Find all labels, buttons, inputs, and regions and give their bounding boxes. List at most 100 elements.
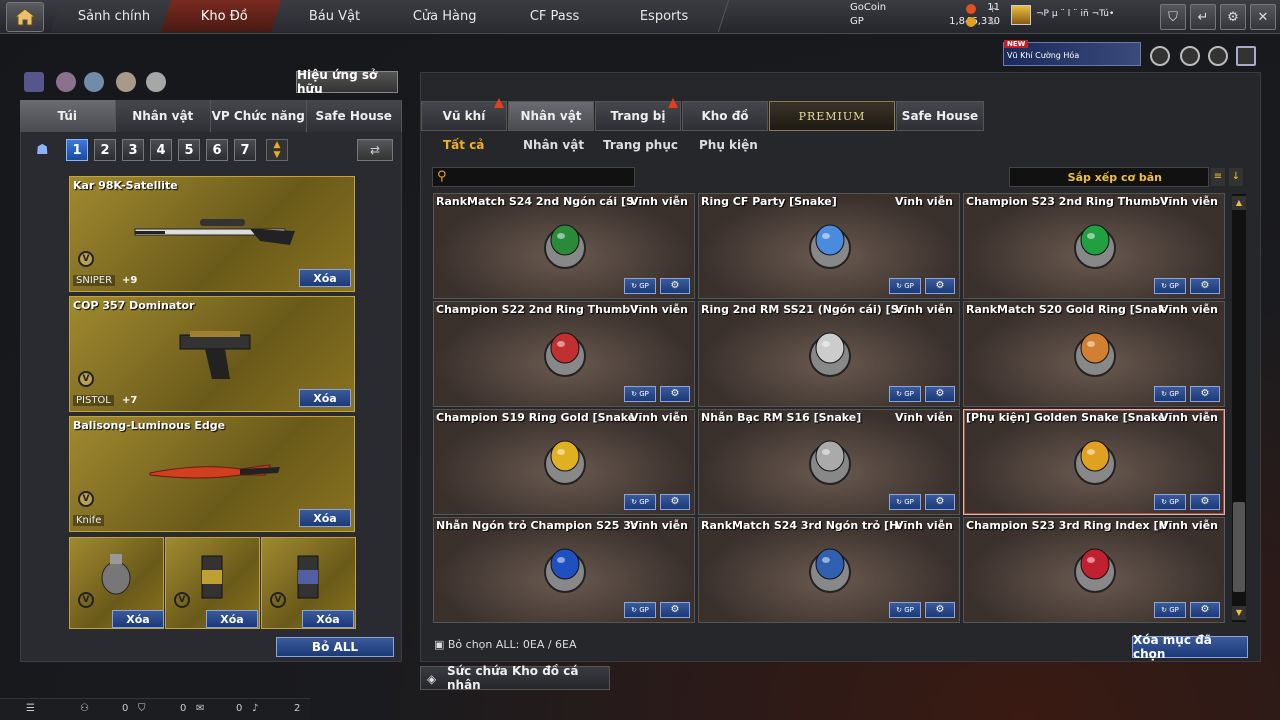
tab-storage[interactable]: Kho đồ xyxy=(682,101,768,131)
tab-characters[interactable]: Nhân vật xyxy=(508,101,594,131)
bag-page-3[interactable]: 3 xyxy=(122,139,144,161)
item-card[interactable]: Champion S19 Ring Gold [Snake] Vĩnh viễn ↻… xyxy=(433,409,695,515)
grenade-slot-2[interactable]: V Xóa xyxy=(165,537,260,629)
gp-sell-button[interactable]: ↻ GP xyxy=(889,386,921,402)
settings-icon[interactable]: ⚙ xyxy=(660,602,690,618)
friends-icon[interactable]: ⚇ xyxy=(80,703,89,714)
weapon-slot-knife[interactable]: Balisong-Luminous Edge V Knife Xóa xyxy=(69,416,355,532)
shield-icon[interactable]: ⛉ xyxy=(1160,4,1186,30)
gp-sell-button[interactable]: ↻ GP xyxy=(624,602,656,618)
chat-icon[interactable]: ✉ xyxy=(196,703,204,714)
event-v-icon[interactable] xyxy=(1150,46,1170,66)
sort-dropdown[interactable]: Sắp xếp cơ bản xyxy=(1009,167,1209,187)
delete-button[interactable]: Xóa xyxy=(299,509,351,527)
delete-button[interactable]: Xóa xyxy=(112,610,164,628)
tab-character[interactable]: Nhân vật xyxy=(115,100,211,132)
shield-status-icon[interactable]: ⛉ xyxy=(138,703,146,714)
bag-page-1[interactable]: 1 xyxy=(66,139,88,161)
tab-equipment[interactable]: Trang bị xyxy=(595,98,681,131)
nav-tab-lobby[interactable]: Sảnh chính xyxy=(50,0,180,32)
delete-button[interactable]: Xóa xyxy=(299,269,351,287)
weapon-slot-pistol[interactable]: COP 357 Dominator V PISTOL +7 Xóa xyxy=(69,296,355,412)
speaker-icon[interactable]: ♪ xyxy=(252,703,258,714)
delete-button[interactable]: Xóa xyxy=(302,610,354,628)
character-icon[interactable] xyxy=(116,72,136,92)
list-icon[interactable]: ☰ xyxy=(26,703,35,714)
settings-icon[interactable]: ⚙ xyxy=(925,602,955,618)
plus-icon[interactable]: + xyxy=(988,2,997,15)
settings-icon[interactable]: ⚙ xyxy=(1190,494,1220,510)
settings-icon[interactable]: ⚙ xyxy=(1190,278,1220,294)
gp-sell-button[interactable]: ↻ GP xyxy=(1154,386,1186,402)
subtab-character[interactable]: Nhân vật xyxy=(523,138,584,152)
item-card[interactable]: RankMatch S24 2nd Ngón cái [Snake]Vĩnh v… xyxy=(433,193,695,299)
item-card[interactable]: [Phụ kiện] Golden Snake [Snake] Vĩnh viễn… xyxy=(963,409,1225,515)
subtab-accessory[interactable]: Phụ kiện xyxy=(699,138,758,152)
search-input[interactable]: ⚲ xyxy=(432,167,635,187)
nav-tab-cf-pass[interactable]: CF Pass xyxy=(490,0,620,32)
item-card[interactable]: Nhẫn Ngón trỏ Champion S25 3rd [Hawk]Vĩn… xyxy=(433,517,695,623)
bag-page-6[interactable]: 6 xyxy=(206,139,228,161)
sword-icon[interactable] xyxy=(1208,46,1228,66)
bag-page-7[interactable]: 7 xyxy=(234,139,256,161)
settings-icon[interactable]: ⚙ xyxy=(925,278,955,294)
list-view-icon[interactable]: ≡ xyxy=(1211,168,1225,186)
item-card[interactable]: Champion S23 3rd Ring Index [Hawk]Vĩnh v… xyxy=(963,517,1225,623)
refresh-icon[interactable]: ↻ xyxy=(988,15,997,28)
capacity-button[interactable]: ◈ Sức chứa Kho đồ cá nhân xyxy=(420,664,610,692)
globe-icon[interactable] xyxy=(1180,46,1200,66)
tab-weapons[interactable]: Vũ khí xyxy=(421,98,507,131)
subtab-costume[interactable]: Trang phục xyxy=(603,138,678,152)
gift-icon[interactable] xyxy=(56,72,76,92)
w-logo-icon[interactable] xyxy=(1236,46,1256,66)
settings-icon[interactable]: ⚙ xyxy=(1190,602,1220,618)
back-icon[interactable]: ↵ xyxy=(1190,4,1216,30)
gp-sell-button[interactable]: ↻ GP xyxy=(1154,494,1186,510)
tab-premium[interactable]: PREMIUM xyxy=(769,101,895,131)
delete-button[interactable]: Xóa xyxy=(299,389,351,407)
tab-safe-house-right[interactable]: Safe House xyxy=(896,101,984,131)
gear-icon[interactable]: ⚙ xyxy=(1220,4,1246,30)
item-card[interactable]: RankMatch S24 3rd Ngón trỏ [Hawk]Vĩnh vi… xyxy=(698,517,960,623)
gp-sell-button[interactable]: ↻ GP xyxy=(624,278,656,294)
gp-sell-button[interactable]: ↻ GP xyxy=(1154,602,1186,618)
bag-page-5[interactable]: 5 xyxy=(178,139,200,161)
item-card[interactable]: Champion S22 2nd Ring Thumb [Snake]Vĩnh … xyxy=(433,301,695,407)
bag-page-2[interactable]: 2 xyxy=(94,139,116,161)
page-updown-icon[interactable]: ▲ ▼ xyxy=(266,139,288,161)
settings-icon[interactable]: ⚙ xyxy=(660,386,690,402)
cycle-icon[interactable] xyxy=(84,72,104,92)
settings-icon[interactable]: ⚙ xyxy=(925,494,955,510)
owned-effects-button[interactable]: Hiệu ứng sở hữu xyxy=(296,68,398,96)
gp-sell-button[interactable]: ↻ GP xyxy=(1154,278,1186,294)
nav-tab-shop[interactable]: Cửa Hàng xyxy=(380,0,510,32)
delete-selected-button[interactable]: Xóa mục đã chọn xyxy=(1132,633,1248,661)
scroll-thumb[interactable] xyxy=(1233,502,1245,592)
home-button[interactable] xyxy=(6,2,44,32)
weapon-slot-sniper[interactable]: Kar 98K-Satellite V SNIPER +9 Xóa xyxy=(69,176,355,292)
tab-vp-function[interactable]: VP Chức năng xyxy=(211,100,307,132)
item-card[interactable]: Ring CF Party [Snake] Vĩnh viễn ↻ GP ⚙ xyxy=(698,193,960,299)
nav-tab-treasure[interactable]: Báu Vật xyxy=(270,0,400,32)
gp-sell-button[interactable]: ↻ GP xyxy=(624,386,656,402)
sort-arrow-icon[interactable]: ↓ xyxy=(1229,168,1243,186)
scroll-down-icon[interactable]: ▼ xyxy=(1232,606,1246,620)
bag-page-4[interactable]: 4 xyxy=(150,139,172,161)
settings-icon[interactable]: ⚙ xyxy=(660,278,690,294)
settings-icon[interactable]: ⚙ xyxy=(1190,386,1220,402)
grenade-icon[interactable] xyxy=(146,72,166,92)
weapon-enhance-banner[interactable]: NEW Vũ Khí Cường Hóa xyxy=(1003,40,1141,66)
item-card[interactable]: Ring 2nd RM SS21 (Ngón cái) [Snake]Vĩnh … xyxy=(698,301,960,407)
settings-icon[interactable]: ⚙ xyxy=(925,386,955,402)
gp-sell-button[interactable]: ↻ GP xyxy=(889,602,921,618)
scroll-up-icon[interactable]: ▲ xyxy=(1232,196,1246,210)
grenade-slot-1[interactable]: V Xóa xyxy=(69,537,164,629)
transfer-icon[interactable]: ⇄ xyxy=(357,139,393,161)
effects-off-icon[interactable] xyxy=(24,72,44,92)
clear-all-button[interactable]: Bỏ ALL xyxy=(276,637,394,657)
gp-sell-button[interactable]: ↻ GP xyxy=(889,494,921,510)
nav-tab-esports[interactable]: Esports xyxy=(600,0,730,32)
subtab-all[interactable]: Tất cả xyxy=(443,138,484,152)
close-icon[interactable]: ✕ xyxy=(1250,4,1276,30)
nav-tab-inventory[interactable]: Kho Đồ xyxy=(160,0,290,32)
